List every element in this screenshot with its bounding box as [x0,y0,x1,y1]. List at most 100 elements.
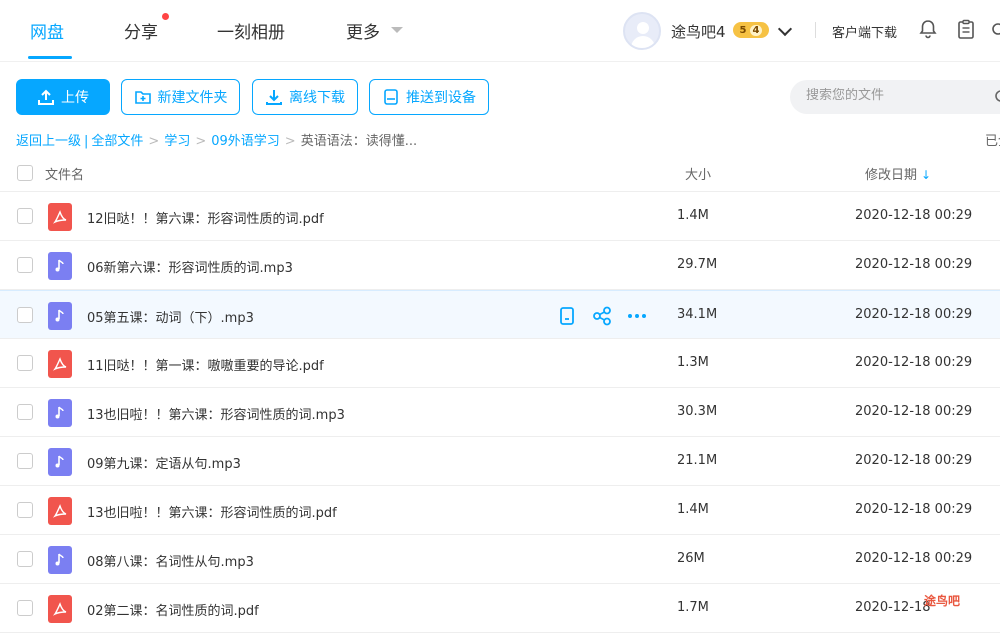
audio-file-icon [48,546,72,574]
file-size: 34.1M [677,307,718,322]
file-date: 2020-12-18 00:29 [855,208,973,223]
table-row[interactable]: 06新第六课：形容词性质的词.mp3 29.7M 2020-12-18 00:29 [0,241,1000,290]
breadcrumb-current: 英语语法：读得懂... [300,134,418,149]
divider [815,22,816,38]
file-name[interactable]: 13也旧啦！！第六课：形容词性质的词.mp3 [87,404,345,423]
device-icon [384,89,398,105]
file-date: 2020-12-18 00:29 [855,257,973,272]
nav-tab-more[interactable]: 更多 [346,18,380,43]
more-caret-icon [391,27,403,33]
column-header-size[interactable]: 大小 [685,164,711,183]
upload-label: 上传 [61,90,89,106]
row-checkbox[interactable] [17,208,33,224]
search-icon[interactable] [994,89,1000,105]
loaded-status: 已全 [985,134,1000,149]
file-size: 1.3M [677,355,709,370]
push-to-device-button[interactable]: 推送到设备 [369,79,489,115]
vip-badge: 5 4 [733,22,769,38]
notification-dot [162,13,169,20]
clipboard-icon[interactable] [955,18,977,40]
new-folder-label: 新建文件夹 [157,90,228,106]
file-name[interactable]: 05第五课：动词（下）.mp3 [87,307,254,326]
client-download-link[interactable]: 客户端下载 [832,22,897,41]
username[interactable]: 途鸟吧4 [671,21,726,42]
table-row[interactable]: 12旧哒！！第六课：形容词性质的词.pdf 1.4M 2020-12-18 00:2… [0,192,1000,241]
row-checkbox[interactable] [17,307,33,323]
row-actions [556,305,656,327]
chevron-down-icon[interactable] [777,21,793,37]
avatar[interactable] [623,12,661,50]
pdf-file-icon [48,350,72,378]
row-checkbox[interactable] [17,600,33,616]
table-row[interactable]: 11旧哒！！第一课：嗷嗷重要的导论.pdf 1.3M 2020-12-18 00:2… [0,339,1000,388]
breadcrumb-back[interactable]: 返回上一级 [16,134,81,149]
file-name[interactable]: 11旧哒！！第一课：嗷嗷重要的导论.pdf [87,355,324,374]
file-name[interactable]: 02第二课：名词性质的词.pdf [87,600,259,619]
share-icon[interactable] [591,305,613,327]
file-size: 30.3M [677,404,718,419]
breadcrumb-foreign-lang[interactable]: 09外语学习 [211,134,280,149]
file-name[interactable]: 06新第六课：形容词性质的词.mp3 [87,257,293,276]
table-row[interactable]: 08第八课：名词性从句.mp3 26M 2020-12-18 00:29 [0,535,1000,584]
upload-icon [38,89,54,105]
file-name[interactable]: 13也旧啦！！第六课：形容词性质的词.pdf [87,502,337,521]
new-folder-icon [134,91,151,104]
row-checkbox[interactable] [17,502,33,518]
audio-file-icon [48,252,72,280]
row-checkbox[interactable] [17,257,33,273]
more-options-icon[interactable] [626,305,648,327]
row-checkbox[interactable] [17,551,33,567]
nav-tab-moments-album[interactable]: 一刻相册 [217,18,285,43]
row-checkbox[interactable] [17,404,33,420]
table-row[interactable]: 05第五课：动词（下）.mp3 34.1M 2020-12-18 00:29 [0,290,1000,339]
file-size: 1.7M [677,600,709,615]
upload-button[interactable]: 上传 [16,79,110,115]
file-size: 1.4M [677,208,709,223]
nav-tab-netdisk[interactable]: 网盘 [30,18,64,43]
select-all-checkbox[interactable] [17,165,33,181]
file-name[interactable]: 09第九课：定语从句.mp3 [87,453,241,472]
file-name[interactable]: 08第八课：名词性从句.mp3 [87,551,254,570]
push-to-device-label: 推送到设备 [406,90,476,106]
watermark-logo: 途鸟吧 [924,594,961,608]
table-header: 文件名 大小 修改日期 ↓ [0,152,1000,192]
top-nav-bar: 网盘 分享 一刻相册 更多 途鸟吧4 5 4 客户端下载 [0,0,1000,62]
pdf-file-icon [48,497,72,525]
table-row[interactable]: 13也旧啦！！第六课：形容词性质的词.mp3 30.3M 2020-12-18 00… [0,388,1000,437]
push-device-icon[interactable] [556,305,578,327]
search-input[interactable] [806,88,986,103]
vip-level: 5 [739,24,747,36]
extra-icon[interactable] [990,18,1000,40]
file-name[interactable]: 12旧哒！！第六课：形容词性质的词.pdf [87,208,324,227]
file-date: 2020-12-18 00:29 [855,404,973,419]
new-folder-button[interactable]: 新建文件夹 [121,79,240,115]
row-checkbox[interactable] [17,355,33,371]
file-date: 2020-12-18 00:29 [855,453,973,468]
file-size: 1.4M [677,502,709,517]
breadcrumb: 返回上一级 | 全部文件 > 学习 >09外语学习 > 英语语法：读得懂... [16,134,418,149]
file-size: 21.1M [677,453,718,468]
column-header-name[interactable]: 文件名 [45,164,84,183]
file-date: 2020-12-18 00:29 [855,355,973,370]
table-row[interactable]: 02第二课：名词性质的词.pdf 1.7M 2020-12-18 [0,584,1000,633]
file-date: 2020-12-18 00:29 [855,307,973,322]
download-icon [266,90,282,105]
table-row[interactable]: 13也旧啦！！第六课：形容词性质的词.pdf 1.4M 2020-12-18 00:… [0,486,1000,535]
table-row[interactable]: 09第九课：定语从句.mp3 21.1M 2020-12-18 00:29 [0,437,1000,486]
column-header-date[interactable]: 修改日期 ↓ [865,164,931,183]
bell-icon[interactable] [917,18,939,40]
search-box [790,80,1000,114]
offline-download-button[interactable]: 离线下载 [252,79,358,115]
nav-tab-share[interactable]: 分享 [124,18,158,43]
offline-download-label: 离线下载 [289,90,345,106]
file-date: 2020-12-18 [855,600,931,615]
audio-file-icon [48,448,72,476]
pdf-file-icon [48,595,72,623]
sort-down-icon[interactable]: ↓ [921,168,931,182]
breadcrumb-all-files[interactable]: 全部文件 [91,134,143,149]
file-size: 29.7M [677,257,718,272]
breadcrumb-study[interactable]: 学习 [164,134,190,149]
row-checkbox[interactable] [17,453,33,469]
date-header-label: 修改日期 [865,168,918,183]
audio-file-icon [48,399,72,427]
